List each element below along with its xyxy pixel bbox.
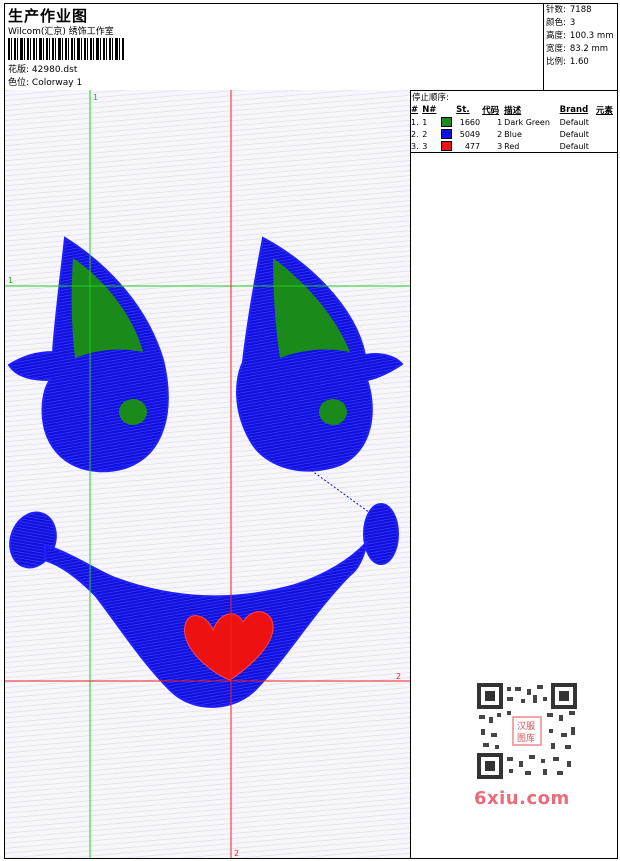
header: 生产作业图 Wilcom(汇京) 绣饰工作室 花版: 42980.dst 色位:… bbox=[5, 4, 617, 91]
stat-width: 宽度: 83.2 mm bbox=[546, 44, 609, 54]
col-index: # bbox=[411, 105, 419, 115]
guide-label-h2: 2 bbox=[396, 672, 401, 681]
design-preview: 1 1 2 2 bbox=[5, 90, 411, 858]
color-swatch bbox=[441, 129, 453, 139]
design-label: 花版: bbox=[8, 65, 30, 75]
stamp-top: 汉服 bbox=[517, 721, 535, 732]
stats-box: 针数: 7188 颜色: 3 高度: 100.3 mm 宽度: 83.2 mm 比例: 1… bbox=[543, 4, 618, 90]
stop-sequence-heading: 停止顺序: bbox=[412, 93, 449, 103]
stamp-bottom: 图库 bbox=[517, 732, 535, 744]
jump-stitch-line bbox=[307, 467, 378, 519]
colorway-name: Colorway 1 bbox=[31, 78, 83, 88]
col-code: 代码 bbox=[482, 106, 500, 116]
design-file-line: 花版: 42980.dst bbox=[8, 62, 77, 75]
table-row: 1. 1 1660 1 Dark Green Default bbox=[411, 117, 589, 127]
studio-name: Wilcom(汇京) 绣饰工作室 bbox=[8, 27, 114, 37]
page-title: 生产作业图 bbox=[8, 7, 89, 25]
col-element: 元素 bbox=[595, 106, 613, 116]
mouth bbox=[9, 503, 399, 708]
watermark-site: 6xiu.com bbox=[474, 788, 570, 809]
embroidery-design: 1 1 2 2 bbox=[5, 90, 410, 858]
col-description: 描述 bbox=[504, 106, 522, 116]
guide-label-v2: 2 bbox=[234, 849, 239, 858]
guide-label-v1: 1 bbox=[93, 93, 98, 102]
left-eye bbox=[7, 236, 169, 473]
right-eye bbox=[236, 236, 404, 472]
colorway-line: 色位: Colorway 1 bbox=[8, 75, 82, 88]
stop-sequence-table: # N# St. 代码 描述 Brand 元素 1. 1 1660 1 Dark… bbox=[410, 104, 617, 153]
stat-height: 高度: 100.3 mm bbox=[546, 31, 614, 41]
design-file: 42980.dst bbox=[31, 65, 78, 75]
stat-colors: 颜色: 3 bbox=[546, 18, 576, 28]
qr-code: 汉服 图库 bbox=[477, 683, 577, 779]
colorway-label: 色位: bbox=[8, 78, 30, 88]
color-swatch bbox=[441, 141, 453, 151]
barcode bbox=[8, 38, 124, 60]
guide-label-h1: 1 bbox=[8, 276, 13, 285]
table-row: 2. 2 5049 2 Blue Default bbox=[411, 129, 589, 139]
stat-scale: 比例: 1.60 bbox=[546, 57, 589, 67]
stat-stitches: 针数: 7188 bbox=[546, 5, 592, 15]
table-row: 3. 3 477 3 Red Default bbox=[410, 140, 617, 153]
col-number: N# bbox=[422, 105, 437, 115]
col-stitches: St. bbox=[456, 105, 470, 115]
col-brand: Brand bbox=[559, 105, 589, 115]
color-swatch bbox=[441, 117, 453, 127]
